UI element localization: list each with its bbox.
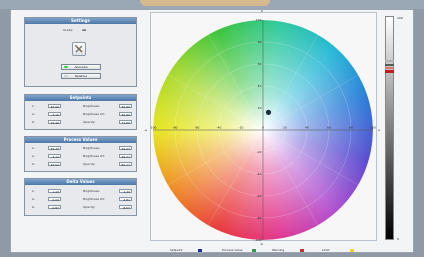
- delta-l-label: L:: [32, 189, 35, 193]
- delta-a-label: a:: [32, 197, 35, 201]
- x-tick-label: 60: [327, 126, 331, 130]
- relative-label: Relative: [74, 74, 88, 78]
- delta-brightness-value: 2.33: [119, 189, 132, 194]
- y-tick-label: -40: [257, 172, 262, 176]
- process-values-panel: Process Values L: 45.47 Brightness: 49.2…: [24, 136, 137, 172]
- legend-limit-label: Limit: [322, 248, 330, 252]
- process-a-label: a:: [32, 154, 35, 158]
- scale-marker-process-value: [385, 70, 394, 73]
- process-brightness-value: 49.23: [119, 146, 132, 151]
- delta-brightness-uv-value: 2.81: [119, 197, 132, 202]
- x-tick-label: -100: [150, 126, 156, 130]
- relative-button[interactable]: Relative: [61, 73, 101, 79]
- setpoint-a-label: a:: [32, 112, 35, 116]
- y-tick-label: -20: [257, 150, 262, 154]
- legend-process-label: Process value: [222, 248, 243, 252]
- setpoint-b-label: b:: [32, 120, 35, 124]
- delta-brightness-uv-label: Brightness UV:: [83, 197, 105, 201]
- setpoints-title: Setpoints: [25, 95, 136, 101]
- process-l-label: L:: [32, 146, 35, 150]
- delta-values-title: Delta Values: [25, 179, 136, 185]
- absolute-button[interactable]: Absolute: [61, 64, 101, 70]
- tools-icon: [74, 44, 83, 53]
- minus-a-axis-label: -a: [144, 128, 147, 132]
- setpoint-opacity-label: Opacity:: [83, 120, 96, 124]
- delta-b-value: -0.87: [48, 205, 61, 210]
- delta-opacity-value: 8.57: [119, 205, 132, 210]
- process-brightness-uv-value: 49.71: [119, 154, 132, 159]
- process-b-label: b:: [32, 162, 35, 166]
- scale-top-label: 100: [397, 16, 403, 20]
- process-b-value: 15.52: [48, 162, 61, 167]
- y-tick-label: 40: [258, 84, 262, 88]
- minus-b-axis-label: -b: [260, 242, 263, 246]
- grade-tool-button[interactable]: [72, 42, 86, 56]
- setpoint-l-value: 46.90: [48, 104, 61, 109]
- setpoint-brightness-uv-value: 46.90: [119, 112, 132, 117]
- process-opacity-label: Opacity:: [83, 162, 96, 166]
- process-brightness-uv-label: Brightness UV:: [83, 154, 105, 158]
- delta-l-value: -1.43: [48, 189, 61, 194]
- x-tick-label: 20: [283, 126, 287, 130]
- y-tick-label: -60: [257, 194, 262, 198]
- legend-warning-label: Warning: [272, 248, 285, 252]
- setpoint-brightness-value: 46.90: [119, 104, 132, 109]
- settings-panel: Settings Grade: ab Absolute Relative: [24, 17, 137, 87]
- y-tick-label: 20: [258, 106, 262, 110]
- grade-value: ab: [82, 28, 87, 32]
- setpoint-brightness-label: Brightness:: [83, 104, 100, 108]
- relative-led: [64, 75, 68, 77]
- x-tick-label: -20: [239, 126, 244, 130]
- legend-process-swatch: [252, 249, 256, 252]
- legend-setpoint-swatch: [198, 249, 202, 252]
- x-tick-label: -80: [173, 126, 178, 130]
- x-tick-label: -60: [195, 126, 200, 130]
- desktop-glow: [140, 0, 270, 6]
- legend-warning-swatch: [300, 249, 304, 252]
- setpoint-l-label: L:: [32, 104, 35, 108]
- x-tick-label: 100: [370, 126, 376, 130]
- scale-marker-upper-limit: [385, 60, 394, 62]
- a-axis-label: a: [378, 128, 380, 132]
- legend-setpoint-label: Setpoint: [170, 248, 183, 252]
- setpoint-a-value: -3.15: [48, 112, 61, 117]
- y-tick-label: -100: [255, 238, 262, 241]
- delta-b-label: b:: [32, 205, 35, 209]
- b-axis-label: b: [261, 9, 263, 13]
- scale-bottom-label: 0: [397, 237, 399, 241]
- setpoints-panel: Setpoints L: 46.90 Brightness: 46.90 a: …: [24, 94, 137, 130]
- lightness-scale: [385, 16, 394, 240]
- delta-a-value: 0.04: [48, 197, 61, 202]
- process-l-value: 45.47: [48, 146, 61, 151]
- x-tick-label: -40: [217, 126, 222, 130]
- setpoint-brightness-uv-label: Brightness UV:: [83, 112, 105, 116]
- x-tick-label: 40: [305, 126, 309, 130]
- absolute-led: [64, 66, 68, 68]
- setpoint-b-value: 16.40: [48, 120, 61, 125]
- scale-marker-warning: [385, 67, 394, 69]
- color-wheel[interactable]: -100 -80 -60 -40 -20 0 20 40 60 80 100 100 80 60 40 20…: [150, 12, 377, 241]
- x-tick-label: 0: [262, 126, 264, 130]
- delta-brightness-label: Brightness:: [83, 189, 100, 193]
- y-tick-label: -80: [257, 216, 262, 220]
- y-tick-label: 100: [256, 18, 262, 22]
- process-brightness-label: Brightness:: [83, 146, 100, 150]
- process-a-value: -3.11: [48, 154, 61, 159]
- x-tick-label: 80: [349, 126, 353, 130]
- grade-label: Grade:: [63, 28, 74, 32]
- scale-marker-setpoint: [385, 64, 394, 66]
- y-tick-label: 60: [258, 62, 262, 66]
- process-values-title: Process Values: [25, 137, 136, 143]
- process-value-marker: [265, 109, 272, 115]
- legend-limit-swatch: [350, 249, 354, 252]
- settings-title: Settings: [25, 18, 136, 24]
- setpoint-opacity-value: 71.60: [119, 120, 132, 125]
- process-opacity-value: 80.17: [119, 162, 132, 167]
- absolute-label: Absolute: [74, 65, 88, 69]
- delta-opacity-label: Opacity:: [83, 205, 96, 209]
- delta-values-panel: Delta Values L: -1.43 Brightness: 2.33 a…: [24, 178, 137, 216]
- y-tick-label: 80: [258, 40, 262, 44]
